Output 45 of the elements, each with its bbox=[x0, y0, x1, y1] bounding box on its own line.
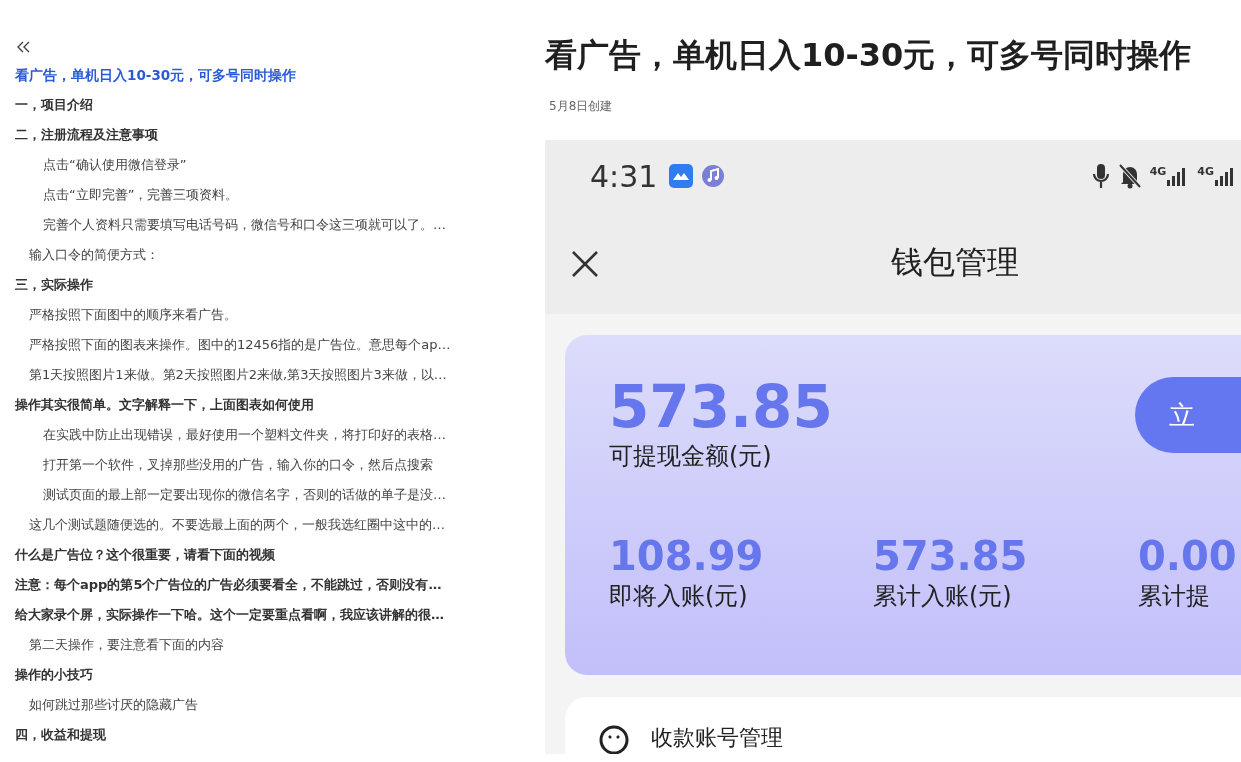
outline-item[interactable]: 给大家录个屏，实际操作一下哈。这个一定要重点看啊，我应该讲解的很… bbox=[15, 600, 444, 630]
stat-value: 0.00 bbox=[1138, 533, 1238, 579]
withdraw-button[interactable]: 立 bbox=[1135, 377, 1241, 453]
outline-item[interactable]: 一，项目介绍 bbox=[15, 90, 93, 120]
music-icon bbox=[701, 164, 726, 188]
microphone-icon bbox=[1091, 163, 1110, 189]
stat-value: 573.85 bbox=[873, 533, 1029, 579]
outline-item[interactable]: 严格按照下面图中的顺序来看广告。 bbox=[15, 300, 237, 330]
outline-item[interactable]: 测试页面的最上部一定要出现你的微信名字，否则的话做的单子是没… bbox=[15, 480, 446, 510]
stat-label: 累计入账(元) bbox=[873, 581, 1013, 612]
outline-item[interactable]: 操作的小技巧 bbox=[15, 660, 93, 690]
outline-item[interactable]: 注意：每个app的第5个广告位的广告必须要看全，不能跳过，否则没有… bbox=[15, 570, 442, 600]
stat-label: 累计提 bbox=[1138, 581, 1211, 612]
outline-item[interactable]: 点击“立即完善”，完善三项资料。 bbox=[15, 180, 239, 210]
collapse-icon[interactable] bbox=[15, 40, 31, 54]
close-icon[interactable] bbox=[571, 250, 599, 278]
outline-item[interactable]: 第1天按照图片1来做。第2天按照图片2来做,第3天按照图片3来做，以… bbox=[15, 360, 447, 390]
outline-item[interactable]: 打开第一个软件，叉掉那些没用的广告，输入你的口令，然后点搜索 bbox=[15, 450, 433, 480]
outline-item[interactable]: 点击“确认使用微信登录” bbox=[15, 150, 187, 180]
smiley-icon bbox=[599, 725, 629, 754]
outline-item[interactable]: 输入口令的简便方式： bbox=[15, 240, 159, 270]
created-date: 5月8日创建 bbox=[549, 98, 614, 114]
outline-item[interactable]: 这几个测试题随便选的。不要选最上面的两个，一般我选红圈中这中的… bbox=[15, 510, 445, 540]
balance-amount: 573.85 bbox=[609, 375, 833, 439]
bell-off-icon bbox=[1117, 163, 1142, 189]
stat-value: 108.99 bbox=[609, 533, 765, 579]
outline-item[interactable]: 操作其实很简单。文字解释一下，上面图表如何使用 bbox=[15, 390, 314, 420]
screen-title: 钱包管理 bbox=[891, 242, 1019, 283]
menu-row[interactable]: 收款账号管理 bbox=[565, 697, 1241, 754]
outline-item[interactable]: 二，注册流程及注意事项 bbox=[15, 120, 158, 150]
outline-item[interactable]: 四，收益和提现 bbox=[15, 720, 106, 750]
app-icon bbox=[669, 164, 694, 188]
outline-item[interactable]: 第二天操作，要注意看下面的内容 bbox=[15, 630, 224, 660]
menu-label: 收款账号管理 bbox=[651, 725, 783, 751]
outline-item[interactable]: 如何跳过那些讨厌的隐藏广告 bbox=[15, 690, 198, 720]
outline-item[interactable]: 严格按照下面的图表来操作。图中的12456指的是广告位。意思每个ap… bbox=[15, 330, 451, 360]
document-title: 看广告，单机日入10-30元，可多号同时操作 bbox=[545, 35, 1193, 76]
outline-item[interactable]: 三，实际操作 bbox=[15, 270, 93, 300]
outline-item[interactable]: 在实践中防止出现错误，最好使用一个塑料文件夹，将打印好的表格… bbox=[15, 420, 446, 450]
outline-item[interactable]: 什么是广告位？这个很重要，请看下面的视频 bbox=[15, 540, 275, 570]
outline-item[interactable]: 看广告，单机日入10-30元，可多号同时操作 bbox=[15, 60, 297, 90]
outline-item[interactable]: 完善个人资料只需要填写电话号码，微信号和口令这三项就可以了。… bbox=[15, 210, 446, 240]
stat-label: 即将入账(元) bbox=[609, 581, 749, 612]
balance-label: 可提现金额(元) bbox=[609, 441, 773, 472]
status-time: 4:31 bbox=[590, 158, 658, 194]
